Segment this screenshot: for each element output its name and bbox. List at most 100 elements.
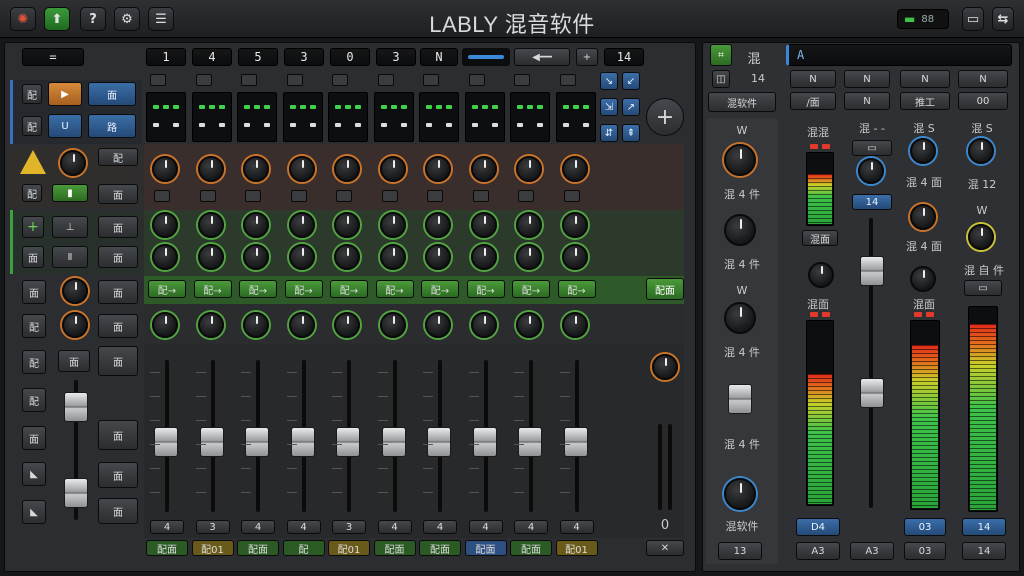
master-fader-1[interactable]	[860, 256, 884, 286]
jog-slider[interactable]: ◀━━	[514, 48, 570, 66]
master-insert-button[interactable]: 配面	[646, 278, 684, 300]
meter-4-value[interactable]: 14	[962, 518, 1006, 536]
channel-8-eq-knob-2[interactable]	[470, 244, 497, 270]
left-btn-4[interactable]: 配	[22, 116, 42, 136]
left-btn-13[interactable]: 面	[22, 246, 44, 268]
left-btn-16[interactable]: 面	[22, 280, 46, 304]
channel-3-insert[interactable]: 配→	[239, 280, 277, 298]
channel-1-number[interactable]: 4	[150, 520, 184, 534]
channel-5-select[interactable]	[332, 74, 348, 86]
channel-5-eq-knob-1[interactable]	[334, 212, 360, 238]
channel-2-select[interactable]	[195, 74, 212, 86]
channel-9-number[interactable]: 4	[514, 520, 548, 534]
channel-6-gain-knob[interactable]	[379, 156, 406, 182]
channel-6-insert[interactable]: 配→	[375, 280, 414, 298]
meter-1-bottom[interactable]: A3	[796, 542, 840, 560]
meter-3-knob-3[interactable]	[910, 266, 936, 292]
channel-9-phase-button[interactable]	[518, 190, 534, 202]
meter-3-knob-1[interactable]	[910, 138, 936, 164]
left-fader-1[interactable]	[64, 392, 88, 422]
left-knob-1[interactable]	[60, 150, 86, 176]
left-btn-7[interactable]: 配	[98, 148, 138, 166]
channel-10-eq-knob-1[interactable]	[561, 212, 588, 238]
channel-8-gain-knob[interactable]	[470, 156, 497, 182]
grid-btn-3[interactable]: N	[900, 70, 950, 88]
channel-7-gain-knob[interactable]	[425, 156, 451, 182]
channel-10-gain-knob[interactable]	[561, 156, 588, 182]
stepper-display[interactable]: N	[420, 48, 458, 66]
channel-6-phase-button[interactable]	[381, 190, 398, 202]
channel-8-send-knob[interactable]	[470, 312, 497, 338]
preset-field[interactable]: A	[786, 44, 1012, 66]
left-btn-25[interactable]: 面	[98, 420, 138, 450]
route-btn-2[interactable]: ↙	[622, 72, 640, 90]
channel-7-select[interactable]	[423, 74, 439, 86]
aux-knob-3[interactable]	[724, 302, 756, 334]
channel-10-send-knob[interactable]	[561, 312, 588, 338]
left-btn-12[interactable]: 面	[98, 216, 138, 238]
channel-4-number[interactable]: 4	[286, 520, 321, 534]
channel-5-fader[interactable]	[336, 427, 360, 458]
master-label[interactable]: ✕	[646, 540, 684, 556]
mode-icon[interactable]: ◫	[712, 70, 730, 88]
channel-9-insert[interactable]: 配→	[512, 280, 550, 298]
channel-3-eq-knob-2[interactable]	[243, 244, 269, 270]
left-knob-3[interactable]	[62, 312, 88, 338]
channel-1-send-knob[interactable]	[152, 312, 178, 338]
left-btn-14[interactable]: Ⅱ	[52, 246, 88, 268]
pan-value[interactable]: 14	[852, 194, 892, 210]
channel-4-label[interactable]: 配	[282, 540, 325, 556]
left-btn-21[interactable]: 面	[58, 350, 90, 372]
channel-9-select[interactable]	[514, 74, 530, 86]
channel-10-label[interactable]: 配01	[555, 540, 598, 556]
left-btn-17[interactable]: 面	[98, 280, 138, 304]
meter-1-value[interactable]: D4	[796, 518, 840, 536]
channel-9-eq-knob-1[interactable]	[516, 212, 542, 238]
meter-3-bottom[interactable]: 03	[904, 542, 946, 560]
grid-btn-5[interactable]: /面	[790, 92, 836, 110]
left-btn-15[interactable]: 面	[98, 246, 138, 268]
channel-2-label[interactable]: 配01	[191, 540, 234, 556]
left-btn-5[interactable]: U	[48, 114, 82, 138]
route-btn-3[interactable]: ⇲	[600, 98, 618, 116]
left-btn-11[interactable]: ⊥	[52, 216, 88, 238]
left-btn-8[interactable]: 配	[22, 184, 42, 202]
grid-btn-4[interactable]: N	[958, 70, 1008, 88]
left-btn-24[interactable]: 面	[22, 426, 46, 450]
channel-7-eq-knob-1[interactable]	[425, 212, 451, 238]
route-btn-5[interactable]: ⇵	[600, 124, 618, 142]
master-fader-value[interactable]: A3	[850, 542, 894, 560]
route-btn-6[interactable]: ⇞	[622, 124, 640, 142]
channel-6-number[interactable]: 4	[377, 520, 412, 534]
channel-3-number[interactable]: 4	[241, 520, 275, 534]
pan-button[interactable]: ▭	[852, 140, 892, 156]
channel-10-number[interactable]: 4	[559, 520, 594, 534]
channel-1-fader[interactable]	[154, 427, 178, 458]
channel-3-label[interactable]: 配面	[237, 540, 279, 556]
left-btn-26[interactable]: ◣	[22, 462, 46, 486]
left-btn-6[interactable]: 路	[88, 114, 136, 138]
channel-8-eq-knob-1[interactable]	[470, 212, 497, 238]
mode-button[interactable]: ⌗	[710, 44, 732, 66]
add-channel-button[interactable]: +	[646, 98, 684, 136]
left-btn-10[interactable]: 面	[98, 184, 138, 204]
grid-btn-6[interactable]: N	[844, 92, 890, 110]
channel-3-eq-knob-1[interactable]	[243, 212, 269, 238]
channel-9-eq-knob-2[interactable]	[516, 244, 542, 270]
master-fader-2[interactable]	[860, 378, 884, 408]
channel-4-eq-knob-2[interactable]	[288, 244, 315, 270]
meter-1-label[interactable]: 混面	[802, 230, 838, 246]
channel-7-send-knob[interactable]	[425, 312, 451, 338]
meter-4-knob-1[interactable]	[968, 138, 994, 164]
grid-btn-8[interactable]: 00	[958, 92, 1008, 110]
channel-4-eq-knob-1[interactable]	[288, 212, 315, 238]
left-knob-2[interactable]	[62, 278, 88, 304]
left-btn-19[interactable]: 面	[98, 314, 138, 338]
meter-4-bottom[interactable]: 14	[962, 542, 1006, 560]
left-btn-29[interactable]: 面	[98, 498, 138, 524]
meter-3-value[interactable]: 03	[904, 518, 946, 536]
channel-1-label[interactable]: 配面	[146, 540, 188, 556]
left-btn-27[interactable]: 面	[98, 462, 138, 488]
channel-9-send-knob[interactable]	[516, 312, 542, 338]
screen-icon[interactable]: ▭	[962, 7, 984, 31]
